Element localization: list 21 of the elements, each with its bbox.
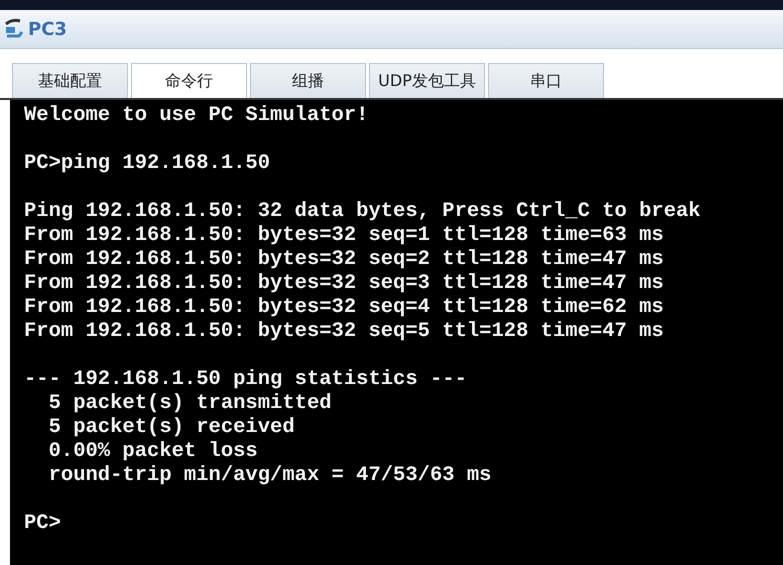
tab[interactable]: 命令行 bbox=[131, 63, 247, 98]
terminal-line: Welcome to use PC Simulator! bbox=[24, 104, 370, 128]
terminal-line: From 192.168.1.50: bytes=32 seq=2 ttl=128 time=47 ms bbox=[24, 248, 665, 272]
terminal-line: Ping 192.168.1.50: 32 data bytes, Press Ctrl_C to break bbox=[24, 200, 702, 224]
tab[interactable]: UDP发包工具 bbox=[369, 63, 485, 98]
terminal-line: 5 packet(s) received bbox=[48, 416, 296, 440]
terminal-line: --- 192.168.1.50 ping statistics --- bbox=[24, 368, 468, 392]
terminal-line: From 192.168.1.50: bytes=32 seq=5 ttl=128 time=47 ms bbox=[24, 320, 665, 344]
terminal-line: round-trip min/avg/max = 47/53/63 ms bbox=[48, 464, 492, 488]
terminal-line: From 192.168.1.50: bytes=32 seq=3 ttl=128 time=47 ms bbox=[24, 272, 665, 296]
terminal-line: From 192.168.1.50: bytes=32 seq=1 ttl=128 time=63 ms bbox=[24, 224, 665, 248]
window-title: PC3 bbox=[28, 18, 67, 40]
terminal-line: From 192.168.1.50: bytes=32 seq=4 ttl=128 time=62 ms bbox=[24, 296, 665, 320]
tab[interactable]: 组播 bbox=[250, 63, 366, 98]
tab[interactable]: 基础配置 bbox=[12, 63, 128, 98]
terminal-line: PC>ping 192.168.1.50 bbox=[24, 152, 272, 176]
terminal-line: PC> bbox=[24, 512, 62, 536]
terminal-line: 5 packet(s) transmitted bbox=[48, 392, 333, 416]
app-icon bbox=[4, 18, 24, 40]
tab[interactable]: 串口 bbox=[488, 63, 604, 98]
terminal-line: 0.00% packet loss bbox=[48, 440, 259, 464]
